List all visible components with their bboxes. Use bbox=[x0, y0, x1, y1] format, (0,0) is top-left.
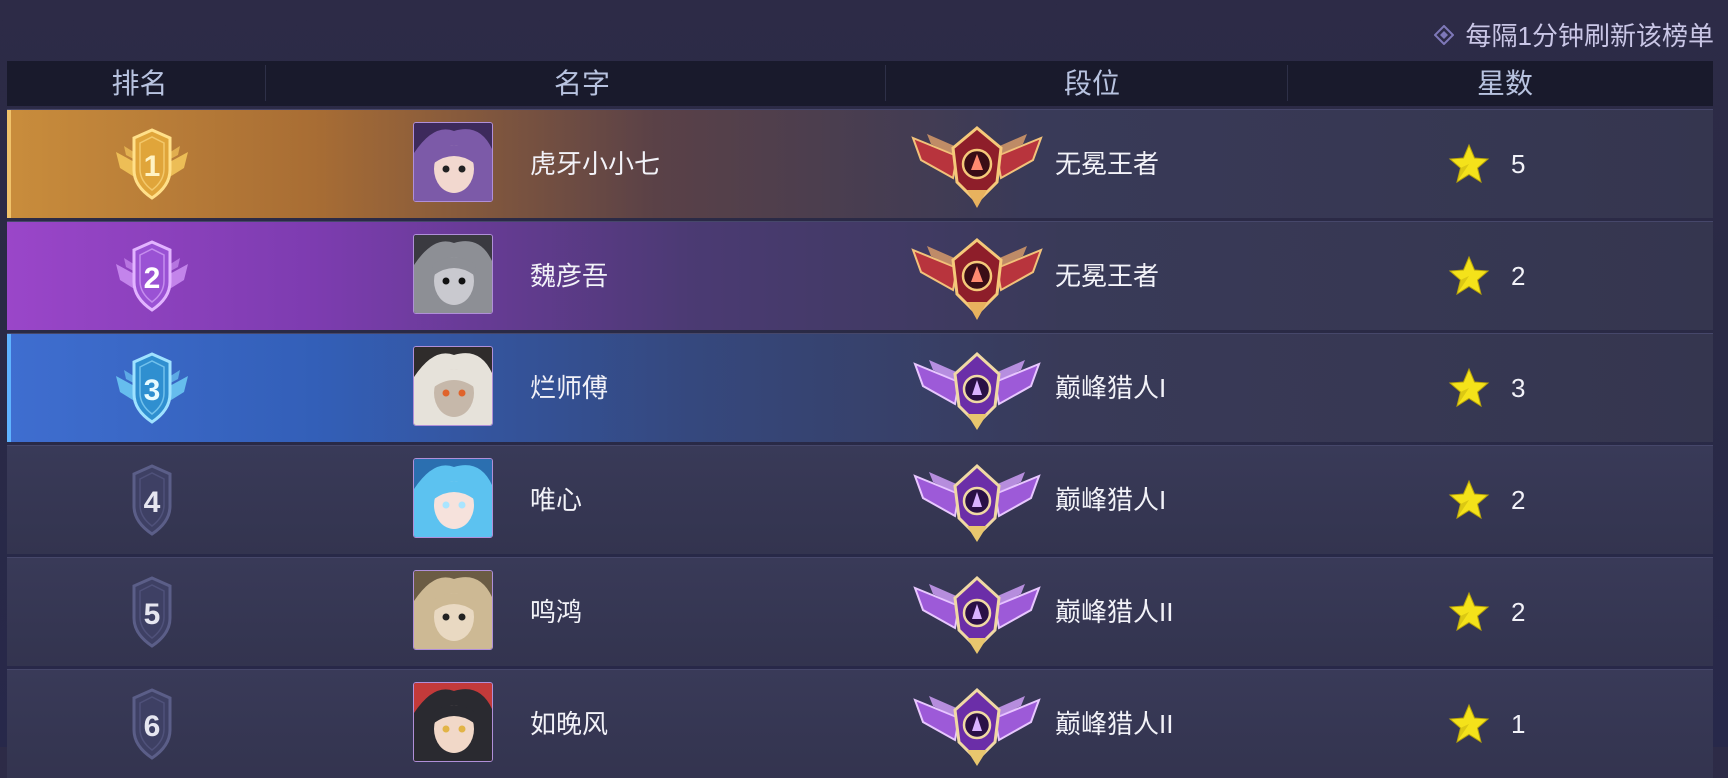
star-count: 5 bbox=[1511, 149, 1526, 179]
player-avatar[interactable] bbox=[413, 570, 493, 650]
leaderboard-table: 排名 名字 段位 星数 1 虎牙小小七 无冕王者 5 2 魏彦吾 无冕王者 2 … bbox=[7, 61, 1713, 778]
row-accent-bar bbox=[7, 110, 11, 218]
tier-badge-icon bbox=[907, 120, 1047, 210]
table-body: 1 虎牙小小七 无冕王者 5 2 魏彦吾 无冕王者 2 3 烂师傅 巅峰猎人I … bbox=[7, 109, 1713, 778]
star-icon bbox=[1447, 254, 1491, 298]
diamond-icon bbox=[1433, 24, 1454, 45]
leaderboard-row[interactable]: 2 魏彦吾 无冕王者 2 bbox=[7, 221, 1713, 330]
tier-badge-icon bbox=[907, 344, 1047, 434]
tier-name: 巅峰猎人II bbox=[1055, 709, 1174, 739]
player-avatar[interactable] bbox=[413, 458, 493, 538]
rank-number: 6 bbox=[144, 710, 161, 743]
star-icon bbox=[1447, 590, 1491, 634]
rank-number: 5 bbox=[144, 598, 161, 631]
player-avatar[interactable] bbox=[413, 346, 493, 426]
player-avatar[interactable] bbox=[413, 682, 493, 762]
column-header-rank: 排名 bbox=[111, 68, 168, 99]
top-bar: 每隔1分钟刷新该榜单 bbox=[0, 0, 1728, 60]
rank-number: 3 bbox=[144, 374, 161, 407]
star-count: 1 bbox=[1511, 709, 1526, 739]
player-name[interactable]: 鸣鸿 bbox=[530, 558, 582, 666]
refresh-note-text: 每隔1分钟刷新该榜单 bbox=[1465, 21, 1714, 51]
star-icon bbox=[1447, 702, 1491, 746]
star-icon bbox=[1447, 478, 1491, 522]
leaderboard-row[interactable]: 3 烂师傅 巅峰猎人I 3 bbox=[7, 333, 1713, 442]
rank-number: 2 bbox=[144, 262, 161, 295]
row-accent-bar bbox=[7, 446, 11, 554]
rank-badge-icon: 2 bbox=[102, 236, 202, 316]
leaderboard-row[interactable]: 4 唯心 巅峰猎人I 2 bbox=[7, 445, 1713, 554]
star-icon bbox=[1447, 366, 1491, 410]
leaderboard-row[interactable]: 6 如晚风 巅峰猎人II 1 bbox=[7, 669, 1713, 778]
tier-name: 无冕王者 bbox=[1055, 149, 1160, 179]
tier-name: 无冕王者 bbox=[1055, 261, 1160, 291]
rank-badge-icon: 1 bbox=[102, 124, 202, 204]
tier-badge-icon bbox=[907, 232, 1047, 322]
player-name[interactable]: 魏彦吾 bbox=[530, 222, 608, 330]
column-header-stars: 星数 bbox=[1476, 68, 1533, 99]
rank-badge-icon: 6 bbox=[102, 684, 202, 764]
star-count: 2 bbox=[1511, 261, 1526, 291]
star-count: 3 bbox=[1511, 373, 1526, 403]
tier-badge-icon bbox=[907, 568, 1047, 658]
player-avatar[interactable] bbox=[413, 234, 493, 314]
tier-name: 巅峰猎人I bbox=[1055, 373, 1167, 403]
player-name[interactable]: 虎牙小小七 bbox=[530, 110, 660, 218]
rank-number: 1 bbox=[144, 150, 161, 183]
row-accent-bar bbox=[7, 558, 11, 666]
row-accent-bar bbox=[7, 222, 11, 330]
row-accent-bar bbox=[7, 334, 11, 442]
player-name[interactable]: 唯心 bbox=[530, 446, 582, 554]
star-count: 2 bbox=[1511, 485, 1526, 515]
player-name[interactable]: 烂师傅 bbox=[530, 334, 608, 442]
rank-badge-icon: 5 bbox=[102, 572, 202, 652]
leaderboard-row[interactable]: 1 虎牙小小七 无冕王者 5 bbox=[7, 109, 1713, 218]
rank-badge-icon: 3 bbox=[102, 348, 202, 428]
leaderboard-row[interactable]: 5 鸣鸿 巅峰猎人II 2 bbox=[7, 557, 1713, 666]
tier-badge-icon bbox=[907, 680, 1047, 770]
tier-name: 巅峰猎人II bbox=[1055, 597, 1174, 627]
column-header-name: 名字 bbox=[553, 68, 610, 99]
refresh-note: 每隔1分钟刷新该榜单 bbox=[1433, 16, 1714, 53]
player-name[interactable]: 如晚风 bbox=[530, 670, 608, 778]
tier-name: 巅峰猎人I bbox=[1055, 485, 1167, 515]
table-header: 排名 名字 段位 星数 bbox=[7, 61, 1713, 106]
star-icon bbox=[1447, 142, 1491, 186]
row-accent-bar bbox=[7, 670, 11, 778]
rank-badge-icon: 4 bbox=[102, 460, 202, 540]
player-avatar[interactable] bbox=[413, 122, 493, 202]
star-count: 2 bbox=[1511, 597, 1526, 627]
rank-number: 4 bbox=[144, 486, 161, 519]
tier-badge-icon bbox=[907, 456, 1047, 546]
column-header-tier: 段位 bbox=[1063, 68, 1120, 99]
